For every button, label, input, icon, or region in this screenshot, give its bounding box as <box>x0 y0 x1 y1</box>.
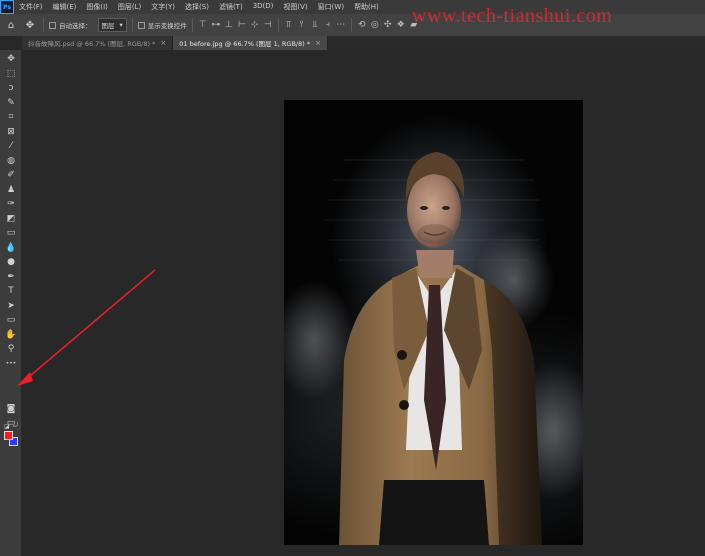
stamp-tool-icon[interactable]: ♟ <box>3 184 19 196</box>
menu-item[interactable]: 文件(F) <box>14 2 48 12</box>
show-transform-label: 显示变换控件 <box>147 22 187 30</box>
history-brush-tool-icon[interactable]: ✑ <box>3 198 19 210</box>
lasso-tool-icon[interactable]: ↄ <box>3 82 19 94</box>
quick-select-tool-icon[interactable]: ✎ <box>3 97 19 109</box>
marquee-tool-icon[interactable]: ⬚ <box>3 68 19 80</box>
watermark-text: www.tech-tianshui.com <box>412 5 613 27</box>
align-group: ⊤ ⊶ ⊥ ⊢ ⊹ ⊣ <box>198 20 273 30</box>
3d-rotate-icon[interactable]: ⟲ <box>357 20 367 30</box>
align-bottom-icon[interactable]: ⊥ <box>224 20 234 30</box>
hand-tool-icon[interactable]: ✋ <box>3 329 19 341</box>
photoshop-logo-icon[interactable]: Ps <box>0 0 14 14</box>
close-icon[interactable]: × <box>315 39 321 47</box>
eyedropper-tool-icon[interactable]: ⁄ <box>3 140 19 152</box>
path-select-tool-icon[interactable]: ➤ <box>3 300 19 312</box>
quick-mask-icon[interactable]: ◙ <box>3 403 19 415</box>
auto-select-label: 自动选择： <box>59 22 92 30</box>
distribute-top-icon[interactable]: ⫪ <box>284 20 294 30</box>
menu-item[interactable]: 文字(Y) <box>146 2 180 12</box>
chevron-down-icon: ▾ <box>119 21 123 29</box>
menu-item[interactable]: 图像(I) <box>81 2 113 12</box>
menu-item[interactable]: 视图(V) <box>278 2 312 12</box>
distribute-group: ⫪ ⫯ ⫫ ⫞ ⋯ <box>284 20 346 30</box>
eraser-tool-icon[interactable]: ◩ <box>3 213 19 225</box>
frame-tool-icon[interactable]: ⊠ <box>3 126 19 138</box>
close-icon[interactable]: × <box>160 39 166 47</box>
distribute-center-icon[interactable]: ⫯ <box>297 20 307 30</box>
divider <box>191 18 193 32</box>
type-tool-icon[interactable]: T <box>3 285 19 297</box>
divider <box>131 18 133 32</box>
3d-slide-icon[interactable]: ❖ <box>396 20 406 30</box>
menu-item[interactable]: 滤镜(T) <box>214 2 248 12</box>
document-tab[interactable]: 01 before.jpg @ 66.7% (图层 1, RGB/8) * × <box>173 36 328 50</box>
tools-panel: ◪ ⤾ ◙ ▭ ✥ ⬚ ↄ ✎ ⌗ ⊠ ⁄ ◍ ✐ ♟ ✑ ◩ ▭ 💧 ● ✒ T ➤ ▭ ✋ ⚲ ••• <box>0 50 22 556</box>
move-tool-icon[interactable]: ✥ <box>3 53 19 65</box>
distribute-bottom-icon[interactable]: ⫫ <box>310 20 320 30</box>
checkbox-box[interactable] <box>137 21 145 29</box>
healing-tool-icon[interactable]: ◍ <box>3 155 19 167</box>
divider <box>350 18 352 32</box>
tab-label: 01 before.jpg @ 66.7% (图层 1, RGB/8) * <box>179 40 311 48</box>
menu-item[interactable]: 3D(D) <box>248 2 279 12</box>
move-tool-icon[interactable]: ✥ <box>22 17 38 33</box>
home-icon[interactable]: ⌂ <box>3 17 19 33</box>
align-vcenter-icon[interactable]: ⊶ <box>211 20 221 30</box>
3d-pan-icon[interactable]: ✣ <box>383 20 393 30</box>
blur-tool-icon[interactable]: 💧 <box>3 242 19 254</box>
distribute-more-icon[interactable]: ⋯ <box>336 20 346 30</box>
3d-mode-group: ⟲ ◎ ✣ ❖ ▰ <box>357 20 419 30</box>
document-tabs: 抖音故障风.psd @ 66.7% (图层, RGB/8) * × 01 befor… <box>22 36 705 50</box>
menu-item[interactable]: 帮助(H) <box>349 2 384 12</box>
menu-item[interactable]: 编辑(E) <box>48 2 82 12</box>
menu-item[interactable]: 选择(S) <box>180 2 214 12</box>
layer-select-dropdown[interactable]: 图层 ▾ <box>97 18 127 32</box>
divider <box>277 18 279 32</box>
crop-tool-icon[interactable]: ⌗ <box>3 111 19 123</box>
menu-item[interactable]: 窗口(W) <box>313 2 349 12</box>
document-canvas[interactable] <box>284 100 583 545</box>
auto-select-checkbox[interactable]: 自动选择： <box>49 20 92 30</box>
foreground-color-swatch[interactable] <box>4 431 13 440</box>
brush-tool-icon[interactable]: ✐ <box>3 169 19 181</box>
align-right-icon[interactable]: ⊣ <box>263 20 273 30</box>
layer-select-value: 图层 <box>101 22 115 30</box>
3d-roll-icon[interactable]: ◎ <box>370 20 380 30</box>
dodge-tool-icon[interactable]: ● <box>3 256 19 268</box>
pen-tool-icon[interactable]: ✒ <box>3 271 19 283</box>
align-hcenter-icon[interactable]: ⊹ <box>250 20 260 30</box>
menu-item[interactable]: 图层(L) <box>113 2 146 12</box>
checkbox-box[interactable] <box>49 21 56 29</box>
screen-mode-icon[interactable]: ▭ <box>3 417 19 429</box>
gradient-tool-icon[interactable]: ▭ <box>3 227 19 239</box>
distribute-left-icon[interactable]: ⫞ <box>323 20 333 30</box>
align-top-icon[interactable]: ⊤ <box>198 20 208 30</box>
show-transform-checkbox[interactable]: 显示变换控件 <box>137 20 187 30</box>
zoom-tool-icon[interactable]: ⚲ <box>3 343 19 355</box>
divider <box>43 18 44 32</box>
tab-label: 抖音故障风.psd @ 66.7% (图层, RGB/8) * <box>28 40 156 48</box>
document-tab[interactable]: 抖音故障风.psd @ 66.7% (图层, RGB/8) * × <box>22 36 174 50</box>
more-tools-icon[interactable]: ••• <box>3 358 19 370</box>
rectangle-tool-icon[interactable]: ▭ <box>3 314 19 326</box>
align-left-icon[interactable]: ⊢ <box>237 20 247 30</box>
portrait-man-in-trench-coat <box>284 152 583 545</box>
